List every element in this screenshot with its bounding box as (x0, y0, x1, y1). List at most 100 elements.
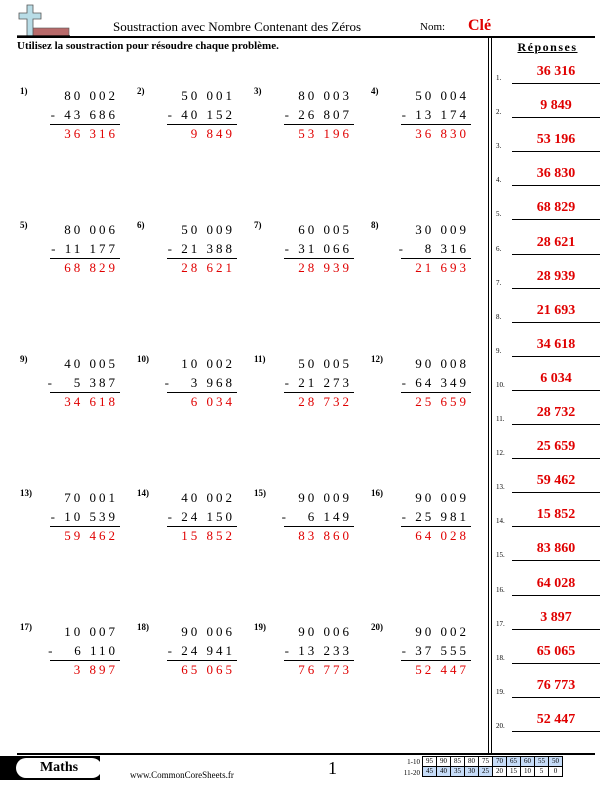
problem-number: 17) (20, 622, 32, 632)
sum-line (50, 660, 120, 661)
difference-answer: 76 773 (298, 662, 352, 677)
name-label: Nom: (420, 21, 446, 33)
problem-item: 6) 50 009 - 21 388 28 621 (137, 220, 247, 310)
answer-key-item: 10. 6 034 (494, 369, 604, 395)
answer-value: 3 897 (540, 609, 572, 625)
answer-blank-line (512, 355, 600, 357)
answer-value: 9 849 (540, 98, 572, 114)
answer-value: 6 034 (540, 370, 572, 386)
problem-number: 7) (254, 220, 262, 230)
answer-key-item: 16. 64 028 (494, 574, 604, 600)
minuend: 40 005 (64, 356, 118, 371)
problem-number: 16) (371, 488, 383, 498)
answer-blank-line (512, 151, 600, 153)
answer-number: 17. (496, 619, 505, 628)
score-cell: 5 (534, 766, 549, 777)
answer-blank-line (512, 458, 600, 460)
score-cell: 40 (436, 766, 451, 777)
score-cell: 0 (548, 766, 563, 777)
sum-line (167, 392, 237, 393)
difference-answer: 28 939 (298, 260, 352, 275)
answer-value: 59 462 (536, 473, 576, 489)
name-value: Clé (468, 17, 492, 34)
difference-answer: 21 693 (415, 260, 469, 275)
problem-number: 10) (137, 354, 149, 364)
minuend: 90 009 (415, 490, 469, 505)
sum-line (167, 124, 237, 125)
answer-number: 13. (496, 483, 505, 492)
answer-number: 1. (496, 74, 502, 82)
score-cell: 45 (422, 766, 437, 777)
subtrahend: - 43 686 (50, 107, 118, 122)
answer-key-item: 18. 65 065 (494, 642, 604, 668)
subtrahend: - 64 349 (401, 375, 469, 390)
score-cell: 20 (492, 766, 507, 777)
answer-key-item: 4. 36 830 (494, 164, 604, 190)
answer-blank-line (512, 117, 600, 119)
score-cell: 30 (464, 766, 479, 777)
answer-value: 28 939 (536, 268, 576, 284)
answer-number: 14. (496, 517, 505, 526)
subtrahend: - 25 981 (401, 509, 469, 524)
answer-key-item: 14. 15 852 (494, 505, 604, 531)
answer-blank-line (512, 253, 600, 255)
score-cell: 95 (422, 756, 437, 767)
difference-answer: 52 447 (415, 662, 469, 677)
minuend: 90 002 (415, 624, 469, 639)
problem-item: 5) 80 006 - 11 177 68 829 (20, 220, 130, 310)
sum-line (50, 392, 120, 393)
minuend: 40 002 (181, 490, 235, 505)
answer-number: 9. (496, 346, 502, 355)
difference-answer: 25 659 (415, 394, 469, 409)
sum-line (401, 392, 471, 393)
score-cell: 60 (520, 756, 535, 767)
answer-value: 52 447 (536, 711, 576, 727)
subtrahend: - 24 941 (167, 643, 235, 658)
answer-key-item: 3. 53 196 (494, 130, 604, 156)
answer-number: 19. (496, 687, 505, 696)
difference-answer: 28 621 (181, 260, 235, 275)
answer-value: 68 829 (536, 200, 576, 216)
sum-line (50, 526, 120, 527)
sum-line (284, 660, 354, 661)
answer-blank-line (512, 492, 600, 494)
answer-key-item: 6. 28 621 (494, 233, 604, 259)
answer-value: 25 659 (536, 439, 576, 455)
answers-column-divider-inner (491, 37, 492, 753)
subtrahend: - 21 388 (167, 241, 235, 256)
problem-item: 15) 90 009 - 6 149 83 860 (254, 488, 364, 578)
score-cell: 50 (548, 756, 563, 767)
problem-number: 4) (371, 86, 379, 96)
answer-value: 65 065 (536, 643, 576, 659)
score-cell: 90 (436, 756, 451, 767)
minuend: 10 007 (64, 624, 118, 639)
answer-number: 4. (496, 176, 502, 185)
answer-blank-line (512, 389, 600, 391)
answer-value: 64 028 (536, 575, 576, 591)
header-divider (17, 36, 595, 38)
difference-answer: 64 028 (415, 528, 469, 543)
answer-key-item: 20. 52 447 (494, 710, 604, 736)
answer-key-item: 11. 28 732 (494, 403, 604, 429)
problem-number: 6) (137, 220, 145, 230)
sum-line (50, 258, 120, 259)
answer-key-item: 15. 83 860 (494, 539, 604, 565)
answer-number: 3. (496, 142, 502, 151)
problem-number: 11) (254, 354, 266, 364)
subtrahend: - 24 150 (167, 509, 235, 524)
answer-blank-line (512, 185, 600, 187)
score-table: 95 90 85 80 75 70 65 60 55 50 45 40 35 30 25 20 15 10 5 0 (422, 756, 563, 777)
answer-number: 18. (496, 653, 505, 662)
problem-item: 4) 50 004 - 13 174 36 830 (371, 86, 481, 176)
minuend: 80 003 (298, 88, 352, 103)
answer-number: 2. (496, 108, 502, 117)
problem-number: 20) (371, 622, 383, 632)
answer-blank-line (512, 287, 600, 289)
answer-number: 15. (496, 551, 505, 560)
answer-value: 28 621 (536, 234, 576, 250)
score-cell: 10 (520, 766, 535, 777)
problem-number: 8) (371, 220, 379, 230)
sum-line (284, 258, 354, 259)
answer-number: 11. (496, 415, 505, 423)
difference-answer: 6 034 (190, 394, 235, 409)
